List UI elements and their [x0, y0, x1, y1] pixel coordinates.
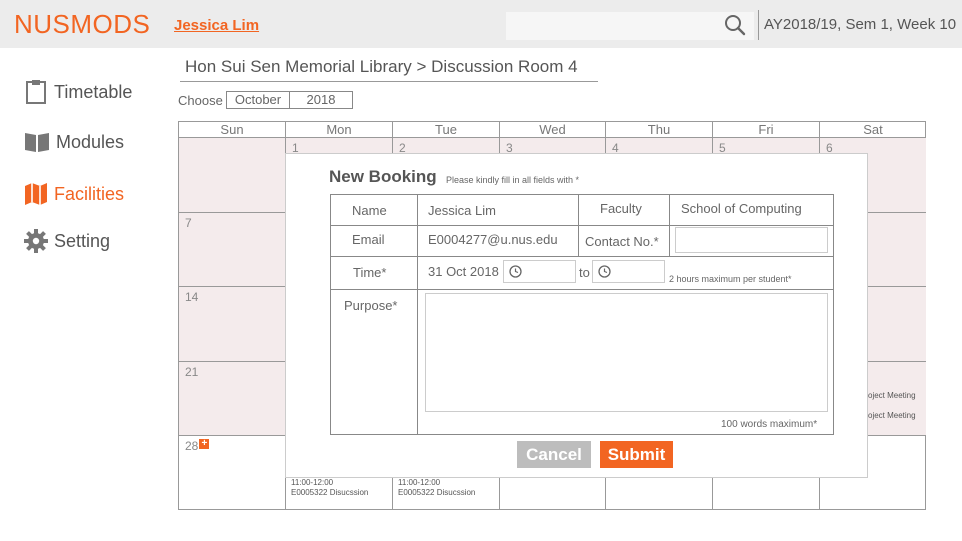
submit-button[interactable]: Submit — [600, 441, 673, 468]
day-number: 28 — [185, 439, 199, 453]
user-name-link[interactable]: Jessica Lim — [174, 17, 259, 34]
day-header: Mon — [286, 122, 393, 138]
divider — [669, 195, 670, 256]
contact-label: Contact No.* — [585, 234, 659, 249]
cancel-button[interactable]: Cancel — [517, 441, 591, 468]
start-time-input[interactable] — [503, 260, 576, 283]
search-icon[interactable] — [724, 14, 746, 36]
divider — [331, 225, 833, 226]
add-booking-icon[interactable]: + — [199, 439, 210, 449]
search-input[interactable] — [506, 12, 754, 40]
faculty-value: School of Computing — [681, 201, 802, 216]
email-value: E0004277@u.nus.edu — [428, 232, 558, 247]
calendar-day-cell[interactable] — [179, 138, 286, 213]
clipboard-icon — [26, 80, 46, 104]
sidebar-item-facilities[interactable]: Facilities — [24, 182, 124, 206]
top-divider — [758, 10, 759, 40]
event-label[interactable]: E0005322 Disucssion — [398, 488, 475, 498]
calendar-day-cell[interactable]: 21 — [179, 362, 286, 436]
new-booking-dialog: New Booking Please kindly fill in all fi… — [285, 153, 868, 478]
map-icon — [25, 183, 47, 205]
time-hint: 2 hours maximum per student* — [669, 274, 792, 284]
month-select[interactable]: October — [226, 91, 290, 109]
clock-icon — [598, 265, 611, 278]
email-label: Email — [352, 232, 385, 247]
term-indicator: AY2018/19, Sem 1, Week 10 — [764, 16, 957, 33]
to-label: to — [579, 265, 590, 280]
contact-number-input[interactable] — [675, 227, 828, 253]
event-label[interactable]: oject Meeting — [868, 411, 916, 421]
divider — [417, 195, 418, 434]
calendar-day-cell[interactable]: 14 — [179, 287, 286, 362]
book-icon — [25, 133, 49, 152]
sidebar-item-label: Timetable — [54, 81, 133, 102]
gear-icon — [24, 229, 48, 253]
day-header: Sat — [820, 122, 926, 138]
event-time: 11:00-12:00 — [398, 478, 441, 487]
divider — [578, 195, 579, 256]
dialog-hint: Please kindly fill in all fields with * — [446, 175, 580, 185]
booking-date[interactable]: 31 Oct 2018 — [428, 264, 499, 279]
purpose-label: Purpose* — [344, 298, 398, 313]
year-select[interactable]: 2018 — [290, 91, 353, 109]
divider — [331, 289, 833, 290]
name-value: Jessica Lim — [428, 203, 496, 218]
faculty-label: Faculty — [600, 201, 642, 216]
event-time: 11:00-12:00 — [291, 478, 334, 487]
purpose-hint: 100 words maximum* — [721, 419, 818, 430]
day-header: Tue — [393, 122, 500, 138]
app-logo[interactable]: NUSMODS — [14, 9, 150, 40]
day-header: Sun — [179, 122, 286, 138]
sidebar-item-label: Setting — [54, 230, 111, 251]
name-label: Name — [352, 203, 387, 218]
divider — [331, 256, 833, 257]
clock-icon — [509, 265, 522, 278]
booking-form: Name Jessica Lim Faculty School of Compu… — [330, 194, 834, 435]
choose-label: Choose — [178, 93, 223, 108]
day-number: 14 — [185, 290, 199, 304]
purpose-textarea[interactable] — [425, 293, 828, 412]
end-time-input[interactable] — [592, 260, 665, 283]
breadcrumb: Hon Sui Sen Memorial Library > Discussio… — [180, 57, 598, 82]
sidebar-item-label: Facilities — [54, 183, 125, 204]
calendar-day-cell[interactable]: 7 — [179, 213, 286, 287]
calendar-day-cell[interactable]: 28 + — [179, 436, 286, 510]
event-label[interactable]: E0005322 Disucssion — [291, 488, 368, 498]
event-label[interactable]: oject Meeting — [868, 391, 916, 401]
time-label: Time* — [353, 265, 387, 280]
dialog-title: New Booking — [329, 167, 437, 186]
day-header: Wed — [500, 122, 606, 138]
sidebar-item-modules[interactable]: Modules — [24, 131, 124, 153]
top-bar: NUSMODS Jessica Lim AY2018/19, Sem 1, We… — [0, 0, 962, 48]
sidebar-item-label: Modules — [56, 131, 125, 152]
day-number: 7 — [185, 216, 192, 230]
day-header: Fri — [713, 122, 820, 138]
day-number: 21 — [185, 365, 199, 379]
day-header: Thu — [606, 122, 713, 138]
sidebar-item-timetable[interactable]: Timetable — [24, 79, 132, 105]
sidebar-item-setting[interactable]: Setting — [24, 229, 110, 253]
